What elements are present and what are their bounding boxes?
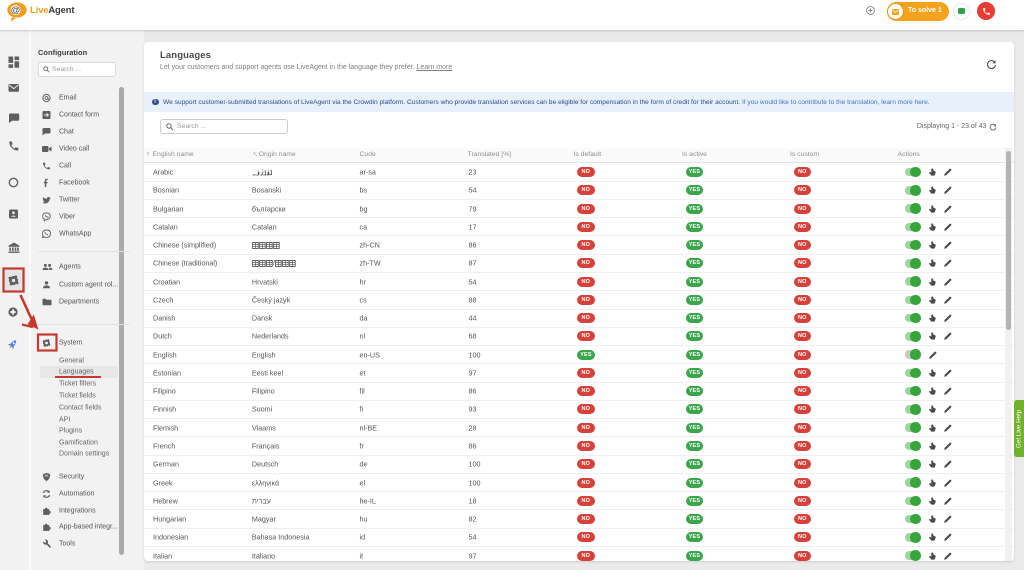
svg-text:@: @ [11, 5, 20, 16]
